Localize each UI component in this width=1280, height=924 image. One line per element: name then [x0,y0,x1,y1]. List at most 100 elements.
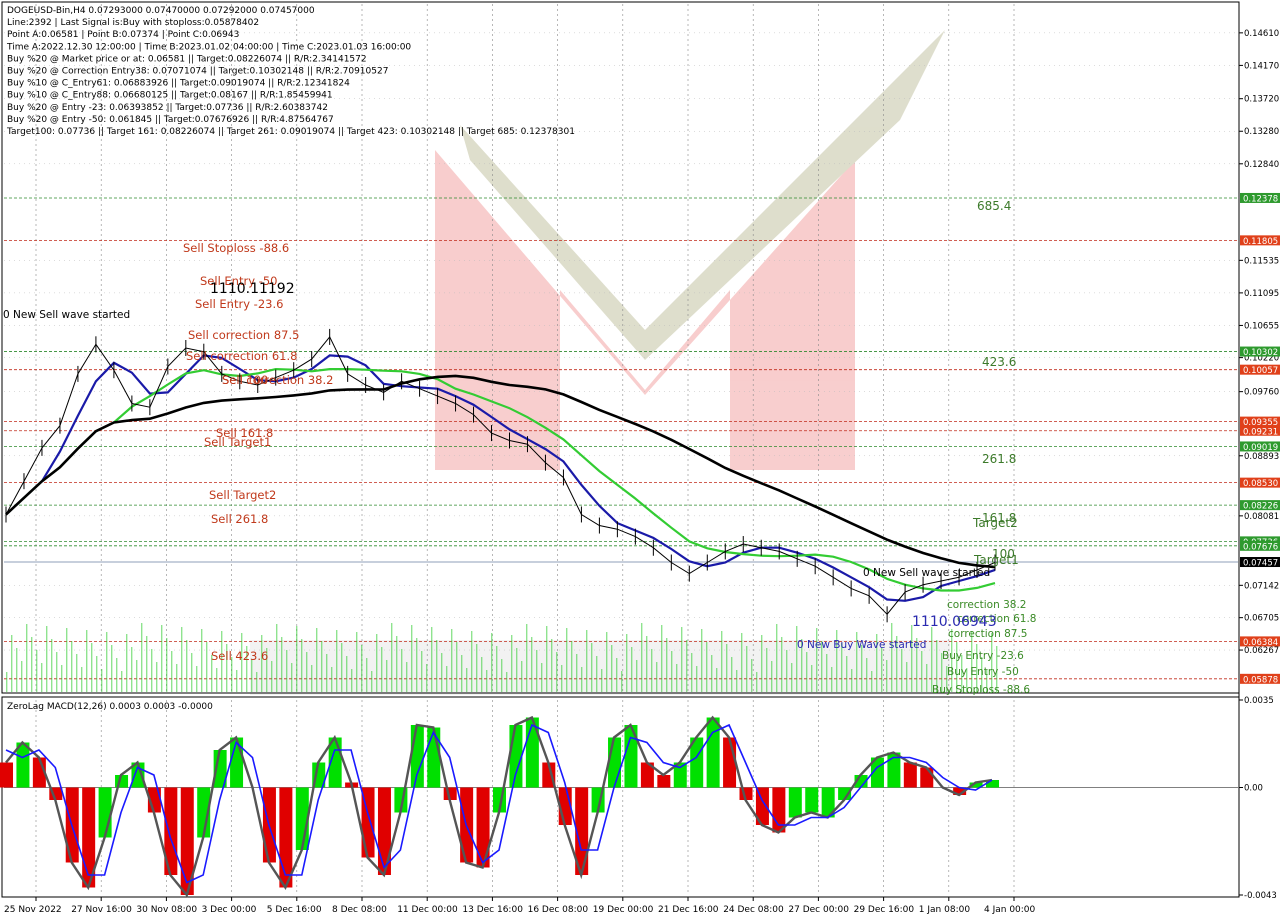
y-tick-label: 0.14610 [1244,29,1279,39]
volume-bar [281,637,283,692]
x-tick-label: 30 Nov 08:00 [136,905,197,915]
trading-chart[interactable]: Sell Stoploss -88.6 Sell Entry -50 Sell En… [0,0,1280,920]
volume-bar [126,634,128,692]
volume-bar [516,648,518,692]
volume-bar [176,664,178,692]
volume-bar [531,637,533,692]
volume-bar [921,651,923,692]
volume-bar [236,670,238,692]
volume-bar [416,638,418,692]
macd-histogram-bar [98,787,112,838]
macd-y-tick-label: 0.0035 [1244,696,1274,706]
volume-bar [931,627,933,692]
sell-label: Sell Stoploss -88.6 [183,241,289,255]
volume-bar [536,650,538,692]
volume-bar [356,632,358,692]
volume-bar [596,656,598,692]
volume-bar [411,625,413,692]
volume-bar [476,644,478,692]
volume-bar [456,642,458,692]
price-tag-label: 0.10057 [1243,366,1278,376]
volume-bar [756,672,758,692]
volume-bar [181,627,183,692]
buy-label: 261.8 [982,452,1016,466]
volume-bar [696,666,698,692]
volume-bar [101,669,103,692]
x-tick-label: 11 Dec 00:00 [397,905,458,915]
x-tick-label: 27 Nov 16:00 [71,905,132,915]
volume-bar [556,652,558,692]
volume-bar [721,631,723,692]
volume-bar [46,626,48,692]
volume-bar [431,627,433,692]
volume-bar [311,665,313,692]
volume-bar [331,667,333,692]
volume-bar [21,661,23,692]
macd-y-tick-label: 0.00 [1244,784,1263,794]
volume-bar [656,662,658,692]
price-tag-label: 0.11805 [1243,237,1278,247]
volume-bar [471,631,473,692]
chart-svg[interactable]: Sell Stoploss -88.6Sell Entry -50Sell En… [0,0,1280,920]
sell-label: Sell correction 87.5 [188,328,299,342]
y-axis: 0.14610 0.14170 0.13720 0.13280 0.12840 0.115… [1238,2,1280,901]
volume-bar [466,668,468,692]
y-tick-label: 0.08081 [1244,512,1279,522]
y-tick-label: 0.10655 [1244,321,1279,331]
volume-bar [91,643,93,692]
volume-bar [261,635,263,692]
volume-bar [301,639,303,692]
volume-bar [581,667,583,692]
volume-bar [36,650,38,692]
volume-bar [191,653,193,692]
wave-label: 0 New Sell wave started [3,309,130,321]
volume-bar [271,661,273,692]
price-tag-label: 0.05878 [1243,675,1278,685]
volume-bar [141,623,143,692]
volume-bar [781,637,783,692]
volume-bar [396,636,398,692]
volume-bar [631,647,633,692]
volume-bar [66,628,68,692]
y-tick-label: 0.11535 [1244,256,1279,266]
volume-bar [526,624,528,692]
volume-bar [106,632,108,692]
volume-bar [6,672,8,692]
volume-bar [786,650,788,692]
volume-bar [866,658,868,692]
volume-bar [86,630,88,692]
price-tag-label: 0.09019 [1243,443,1278,453]
volume-bar [291,663,293,692]
macd-histogram-bar [788,787,802,818]
volume-bar [881,647,883,692]
y-tick-label: 0.13280 [1244,127,1279,137]
volume-bar [351,669,353,692]
x-tick-label: 5 Dec 16:00 [267,905,322,915]
volume-bar [791,663,793,692]
header-info: DOGEUSD-Bin,H4 0.07293000 0.07470000 0.0… [6,6,575,137]
volume-bar [436,640,438,692]
volume-bar [26,624,28,692]
sell-label: Sell Entry -23.6 [195,297,283,311]
volume-bar [286,650,288,692]
volume-bar [831,667,833,692]
wave-label: 0 New Buy Wave started [797,639,926,651]
volume-bar [511,635,513,692]
volume-bar [506,672,508,692]
volume-bar [496,646,498,692]
volume-bar [61,665,63,692]
volume-bar [441,653,443,692]
volume-bar [186,640,188,692]
macd-histogram-bar [279,787,293,888]
volume-bar [586,630,588,692]
buy-label: 685.4 [977,199,1011,213]
volume-bar [661,625,663,692]
volume-bar [81,667,83,692]
header-line: Buy %20 @ Entry -50: 0.061845 || Target:… [7,115,334,125]
x-tick-label: 8 Dec 08:00 [332,905,387,915]
volume-bar [486,670,488,692]
volume-bar [691,653,693,692]
volume-bar [11,635,13,692]
y-tick-label: 0.12840 [1244,160,1279,170]
volume-bar [196,666,198,692]
